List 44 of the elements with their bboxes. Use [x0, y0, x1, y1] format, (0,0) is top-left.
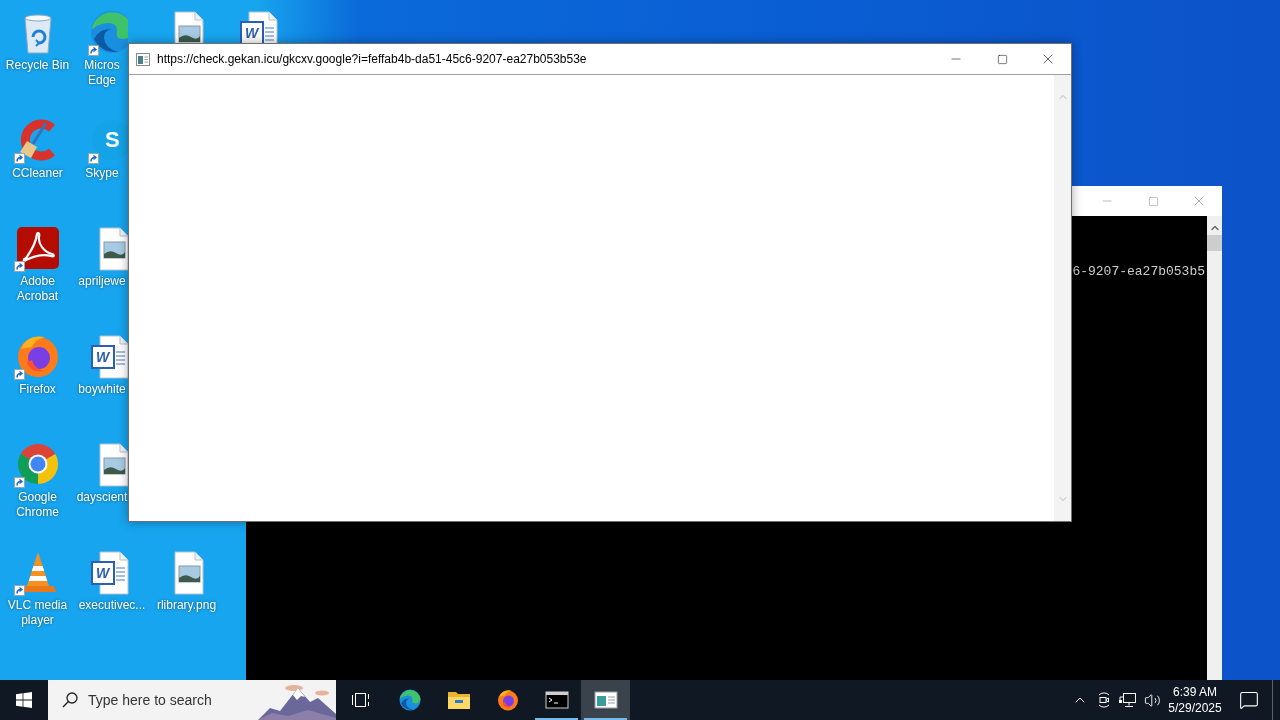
- icon-label: Skype: [84, 166, 120, 181]
- icon-label: Micros Edge: [83, 58, 121, 88]
- logo-letter: S: [105, 128, 120, 152]
- app-window-icon: [593, 690, 618, 710]
- edge-browser-icon[interactable]: [88, 8, 128, 56]
- icon-label: executivec...: [77, 598, 147, 613]
- icon-label: Google Chrome: [15, 490, 60, 520]
- icon-label: Adobe Acrobat: [15, 274, 60, 304]
- console-window-icon: [544, 690, 569, 710]
- icon-label: boywhite: [77, 382, 127, 397]
- firefox-icon: [495, 688, 520, 712]
- search-icon: [62, 692, 78, 708]
- word-document-icon[interactable]: [88, 332, 128, 380]
- maximize-icon: [1147, 195, 1159, 207]
- logo-letter: W: [245, 26, 259, 40]
- edge-browser-icon: [397, 688, 422, 712]
- icon-label: dayscient: [76, 490, 128, 505]
- camera-icon: [1096, 692, 1112, 708]
- search-box[interactable]: Type here to search: [48, 680, 336, 720]
- folder-icon: [446, 690, 471, 710]
- logo-letter: W: [96, 350, 110, 364]
- icon-label: rlibrary.png: [155, 598, 218, 613]
- icon-label: CCleaner: [11, 166, 64, 181]
- icon-label: Firefox: [18, 382, 57, 397]
- scrollbar[interactable]: [1207, 216, 1222, 680]
- console-output-line: 6-9207-ea27b053b5: [1072, 264, 1205, 280]
- notification-icon: [1239, 690, 1259, 710]
- window-title: https://check.gekan.icu/gkcxv.google?i=feffab4b-da51-45c6-9207-ea27b053b53e: [157, 51, 587, 68]
- windows-logo-icon: [16, 692, 32, 708]
- network-monitor-icon: [1119, 692, 1137, 708]
- volume-icon: [1143, 691, 1161, 709]
- icon-label: apriljewe: [77, 274, 127, 289]
- clock-date: 5/29/2025: [1168, 700, 1222, 716]
- icon-label: Recycle Bin: [4, 58, 71, 73]
- scroll-thumb[interactable]: [1207, 235, 1222, 251]
- taskbar-app-button[interactable]: [581, 680, 630, 720]
- window-icon: [136, 52, 150, 66]
- logo-letter: W: [96, 566, 110, 580]
- maximize-icon: [996, 53, 1008, 65]
- clock[interactable]: 6:39 AM 5/29/2025: [1164, 680, 1226, 720]
- task-view-icon: [350, 691, 371, 709]
- search-field[interactable]: Type here to search: [88, 686, 258, 714]
- clock-time: 6:39 AM: [1173, 684, 1217, 700]
- icon-label: VLC media player: [6, 598, 69, 628]
